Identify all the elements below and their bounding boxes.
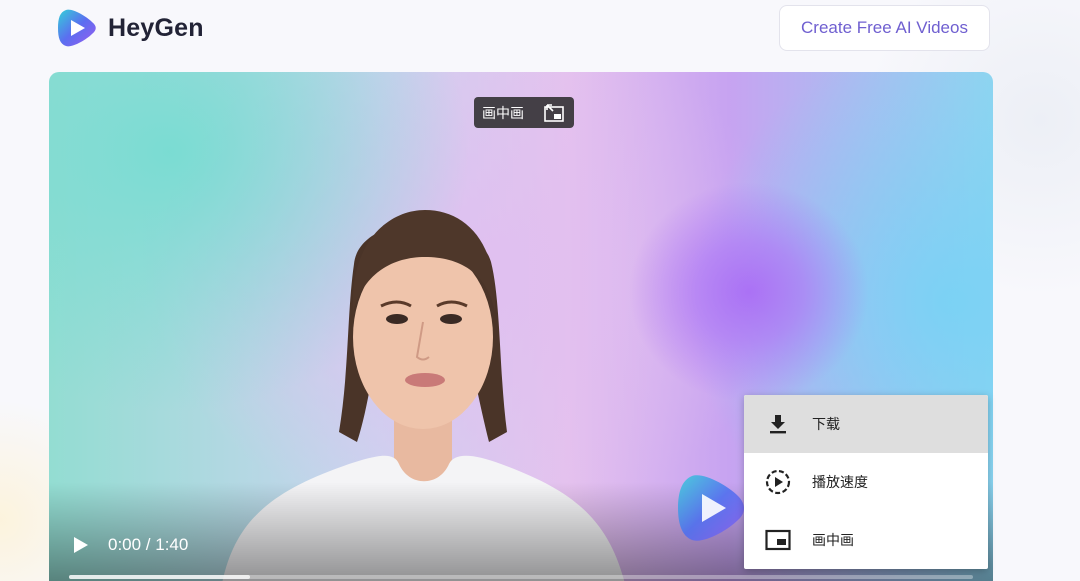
play-icon[interactable]: [70, 535, 90, 555]
heygen-watermark-icon: [678, 475, 744, 541]
video-context-menu: 下载 播放速度 画中画: [744, 395, 988, 569]
menu-item-playback-speed[interactable]: 播放速度: [744, 453, 988, 511]
brand-name: HeyGen: [108, 13, 204, 42]
pip-tooltip-label: 画中画: [482, 104, 524, 121]
pip-tooltip[interactable]: 画中画: [474, 97, 574, 128]
exit-pip-icon[interactable]: [544, 103, 564, 122]
menu-item-label: 播放速度: [812, 474, 868, 490]
heygen-logo-icon: [58, 9, 96, 47]
page: HeyGen Create Free AI Videos 画中画 0:00 / …: [0, 0, 1080, 581]
menu-item-label: 下载: [812, 416, 840, 432]
progress-fill: [69, 575, 250, 579]
picture-in-picture-icon: [764, 526, 792, 554]
menu-item-label: 画中画: [812, 532, 854, 548]
progress-bar[interactable]: [69, 575, 973, 579]
playback-speed-icon: [764, 468, 792, 496]
create-free-ai-videos-button[interactable]: Create Free AI Videos: [779, 5, 990, 51]
time-display: 0:00 / 1:40: [108, 535, 189, 554]
download-icon: [764, 410, 792, 438]
menu-item-download[interactable]: 下载: [744, 395, 988, 453]
menu-item-picture-in-picture[interactable]: 画中画: [744, 511, 988, 569]
heygen-logo[interactable]: HeyGen: [56, 6, 204, 50]
